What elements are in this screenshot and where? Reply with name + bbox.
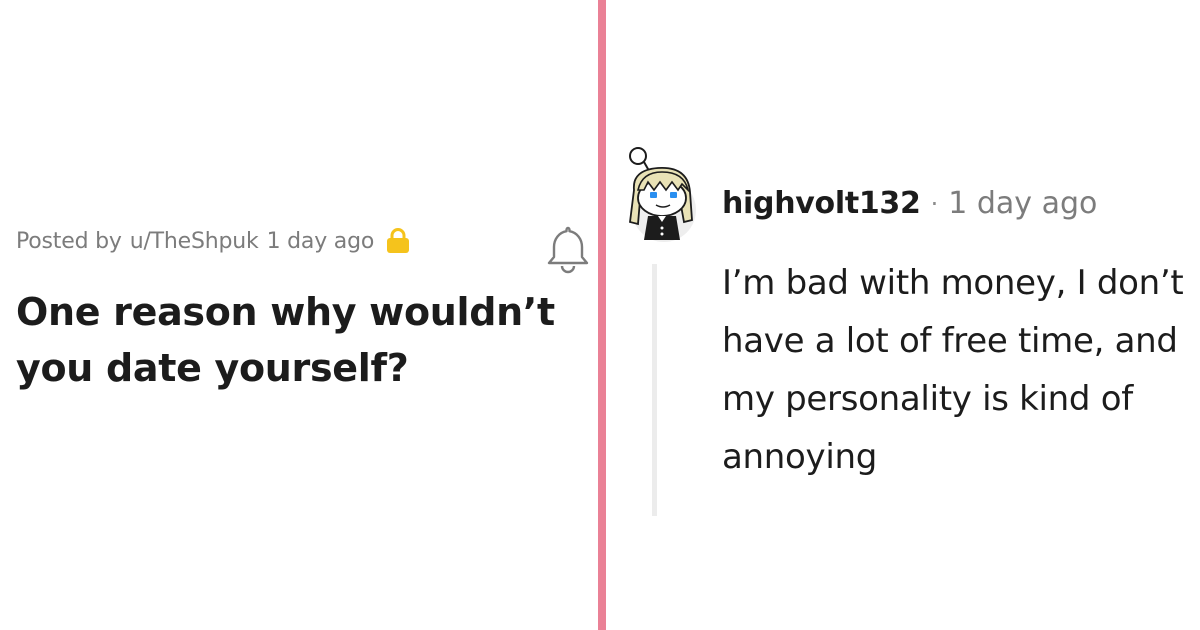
bell-icon[interactable] [544, 224, 592, 274]
comment-timestamp[interactable]: 1 day ago [948, 186, 1097, 221]
panel-divider [598, 0, 606, 630]
lock-icon [386, 228, 410, 254]
comment-body: I’m bad with money, I don’t have a lot o… [722, 263, 1184, 477]
screenshot-page: Posted by u/TheShpuk 1 day ago One reaso… [0, 0, 1200, 630]
post-timestamp[interactable]: 1 day ago [267, 229, 375, 254]
user-avatar[interactable] [618, 140, 702, 244]
comment-username[interactable]: highvolt132 [722, 186, 921, 221]
comment-header: highvolt132 · 1 day ago [722, 186, 1097, 221]
post-author-link[interactable]: u/TheShpuk [130, 229, 259, 254]
comment-panel: highvolt132 · 1 day ago I’m bad with mon… [606, 0, 1200, 630]
post-title[interactable]: One reason why wouldn’t you date yoursel… [16, 284, 586, 396]
posted-by-label: Posted by [16, 228, 122, 254]
post-panel: Posted by u/TheShpuk 1 day ago One reaso… [0, 0, 598, 630]
snoo-avatar-icon [629, 147, 696, 242]
comment-thread-line[interactable] [652, 264, 657, 516]
post-meta: Posted by u/TheShpuk 1 day ago [16, 228, 410, 254]
meta-separator: · [930, 189, 939, 218]
